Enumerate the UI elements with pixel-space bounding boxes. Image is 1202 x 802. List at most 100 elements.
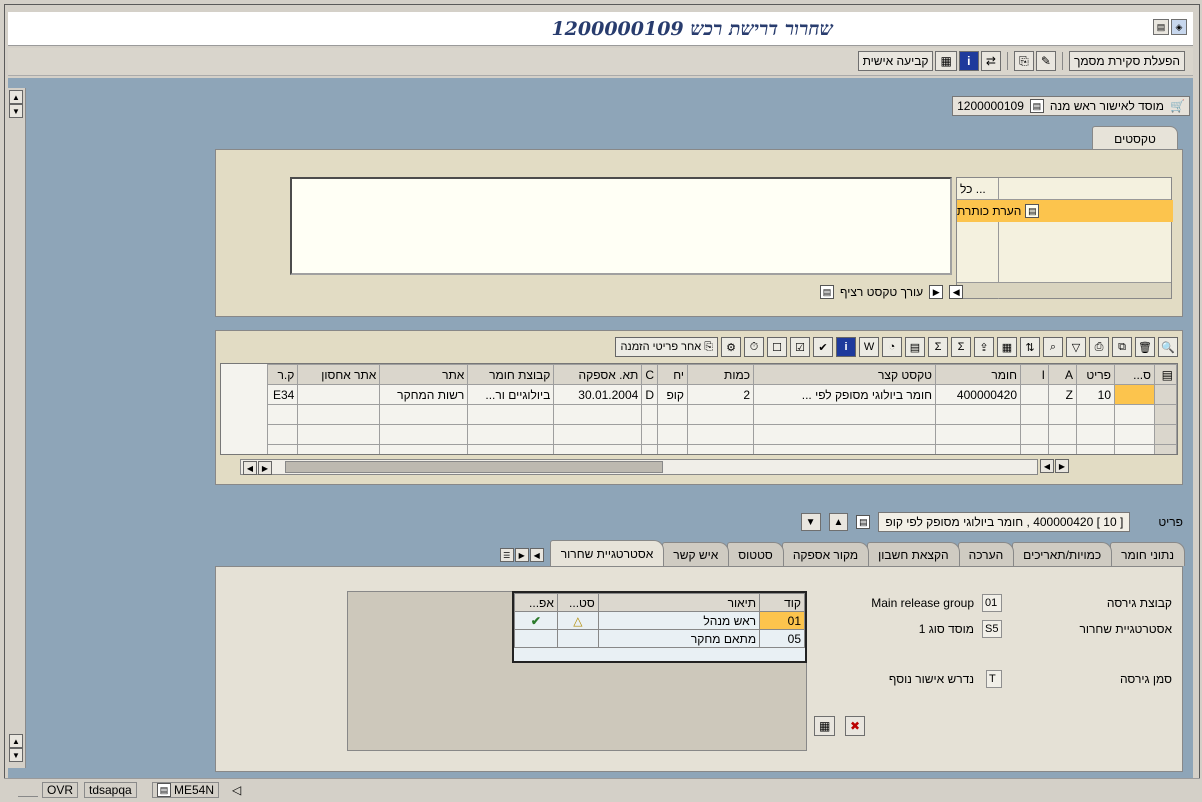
grid-cell-a[interactable] — [1048, 424, 1077, 445]
grid-cell-status[interactable] — [1114, 424, 1155, 445]
grid-column-header[interactable]: טקסט קצר — [753, 364, 936, 385]
grid-cell-plant[interactable] — [379, 444, 469, 454]
tab-list-icon[interactable]: ☰ — [499, 548, 514, 562]
grid-cell-unit[interactable] — [657, 444, 688, 454]
grid-cell-pg[interactable] — [267, 424, 299, 445]
grid-cell-storage[interactable] — [297, 384, 381, 405]
grid-select-all[interactable]: ▤ — [1154, 364, 1177, 385]
grid-cell-delivery[interactable] — [553, 444, 643, 454]
doc-icon[interactable]: ▤ — [1153, 19, 1169, 35]
sort-icon[interactable]: ⇅ — [1020, 337, 1040, 357]
grid-cell-material[interactable] — [935, 444, 1021, 454]
grid-column-header[interactable]: אתר — [379, 364, 469, 385]
text-editor-area[interactable] — [290, 177, 952, 275]
subtotal-icon[interactable]: Σ — [928, 337, 948, 357]
tab-valuation[interactable]: הערכה — [957, 542, 1015, 566]
delete-icon[interactable]: 🗑 — [1135, 337, 1155, 357]
sap-menu-icon[interactable]: ◈ — [1171, 19, 1187, 35]
grid-column-header[interactable]: I — [1020, 364, 1049, 385]
grid-cell-short-text[interactable] — [753, 424, 936, 445]
grid-column-header[interactable]: ק.ר — [267, 364, 299, 385]
check-icon[interactable]: ✔ — [813, 337, 833, 357]
grid-column-header[interactable]: קבוצת חומר — [467, 364, 555, 385]
grid-hscrollbar[interactable]: ◀ ▶ — [240, 459, 1038, 475]
grid-cell-pg[interactable] — [267, 444, 299, 454]
grid-cell-item[interactable] — [1076, 444, 1115, 454]
select-all-icon[interactable]: ☑ — [790, 337, 810, 357]
scroll-thumb[interactable] — [285, 461, 663, 473]
item-down-button[interactable]: ▼ — [800, 513, 821, 531]
word-icon[interactable]: W — [859, 337, 879, 357]
grid-cell-i[interactable] — [1020, 404, 1049, 425]
text-type-row[interactable]: ▤ הערת כותרת — [957, 200, 1173, 222]
item-up-button[interactable]: ▲ — [828, 513, 849, 531]
grid-cell-a[interactable] — [1048, 404, 1077, 425]
editor-label[interactable]: עורך טקסט רציף — [840, 285, 923, 299]
scroll-down-icon[interactable]: ▼ — [9, 104, 23, 118]
header-bar[interactable]: 🛒 מוסד לאישור ראש מנה ▤ 1200000109 — [952, 96, 1190, 116]
grid-cell-i[interactable] — [1020, 384, 1049, 405]
item-select[interactable]: [ 10 ] 400000420 , חומר ביולוגי מסופק לפ… — [878, 512, 1131, 532]
status-transaction-box[interactable]: ▤ ME54N — [152, 782, 220, 798]
table-row[interactable]: 10 Z 400000420 חומר ביולוגי מסופק לפי ... 2 ק… — [267, 384, 1177, 405]
grid-cell-delivery[interactable] — [553, 424, 643, 445]
grid-cell-status[interactable] — [1114, 444, 1155, 454]
release-row[interactable]: 01 ראש מנהל △ ✔ — [514, 611, 805, 630]
grid-cell-delivery[interactable] — [553, 404, 643, 425]
approve-check-icon[interactable]: ✔ — [514, 611, 558, 630]
grid-column-header[interactable]: A — [1048, 364, 1077, 385]
scroll-left-icon[interactable]: ◀ — [243, 461, 257, 475]
row-selector[interactable] — [1154, 444, 1177, 454]
tab-prev-icon[interactable]: ◀ — [529, 548, 544, 562]
grid-cell-a[interactable]: Z — [1048, 384, 1077, 405]
personal-setting-button[interactable]: קביעה אישית — [857, 51, 934, 71]
scroll-left-icon[interactable]: ◀ — [1040, 459, 1054, 473]
copy-icon[interactable]: ⧉ — [1112, 337, 1132, 357]
find-icon[interactable]: ⌕ — [1043, 337, 1063, 357]
grid-cell-storage[interactable] — [297, 424, 381, 445]
other-document-icon[interactable]: ⎘ — [1013, 51, 1034, 71]
tab-quantities-dates[interactable]: כמויות/תאריכים — [1012, 542, 1113, 566]
grid-cell-pg[interactable]: E34 — [267, 384, 299, 405]
grid-cell-status[interactable] — [1114, 384, 1155, 405]
grid-cell-mat-group[interactable] — [467, 424, 555, 445]
grid-cell-storage[interactable] — [297, 404, 381, 425]
grid-cell-material[interactable] — [935, 404, 1021, 425]
tab-status[interactable]: סטטוס — [727, 542, 784, 566]
grid-cell-i[interactable] — [1020, 424, 1049, 445]
grid-cell-a[interactable] — [1048, 444, 1077, 454]
grid-cell-short-text[interactable]: חומר ביולוגי מסופק לפי ... — [753, 384, 936, 405]
table-row[interactable] — [267, 444, 1177, 454]
grid-cell-qty[interactable] — [687, 424, 754, 445]
grid-cell-item[interactable] — [1076, 424, 1115, 445]
grid-column-header[interactable]: יח — [657, 364, 688, 385]
info-icon[interactable]: i — [958, 51, 979, 71]
grid-column-header[interactable]: C — [641, 364, 658, 385]
grid-cell-pg[interactable] — [267, 404, 299, 425]
row-selector[interactable] — [1154, 384, 1177, 405]
tab-account-assignment[interactable]: הקצאת חשבון — [867, 542, 960, 566]
grid-cell-c[interactable] — [641, 404, 658, 425]
grid-cell-qty[interactable] — [687, 404, 754, 425]
edit-pencil-icon[interactable]: ✎ — [1035, 51, 1056, 71]
table-row[interactable] — [267, 404, 1177, 425]
grid-column-header[interactable]: חומר — [935, 364, 1021, 385]
grid-cell-unit[interactable] — [657, 404, 688, 425]
scroll-up-icon[interactable]: ▲ — [9, 90, 23, 104]
display-change-icon[interactable]: ⇄ — [980, 51, 1001, 71]
tab-texts[interactable]: טקסטים — [1092, 126, 1178, 150]
print-icon[interactable]: ⎙ — [1089, 337, 1109, 357]
grid-cell-unit[interactable]: קופ — [657, 384, 688, 405]
history-icon[interactable]: ⏱ — [744, 337, 764, 357]
table-row[interactable] — [267, 424, 1177, 445]
export-icon[interactable]: ⇪ — [974, 337, 994, 357]
deselect-icon[interactable]: ☐ — [767, 337, 787, 357]
grid-cell-item[interactable]: 10 — [1076, 384, 1115, 405]
scroll-right-icon[interactable]: ▶ — [258, 461, 272, 475]
info-icon[interactable]: i — [836, 337, 856, 357]
grid-column-header[interactable]: כמות — [687, 364, 754, 385]
grid-column-header[interactable]: פריט — [1076, 364, 1115, 385]
grid-column-header[interactable]: אתר אחסון — [297, 364, 381, 385]
nav-left-icon[interactable]: ◀ — [949, 285, 964, 299]
nav-right-icon[interactable]: ▶ — [929, 285, 944, 299]
